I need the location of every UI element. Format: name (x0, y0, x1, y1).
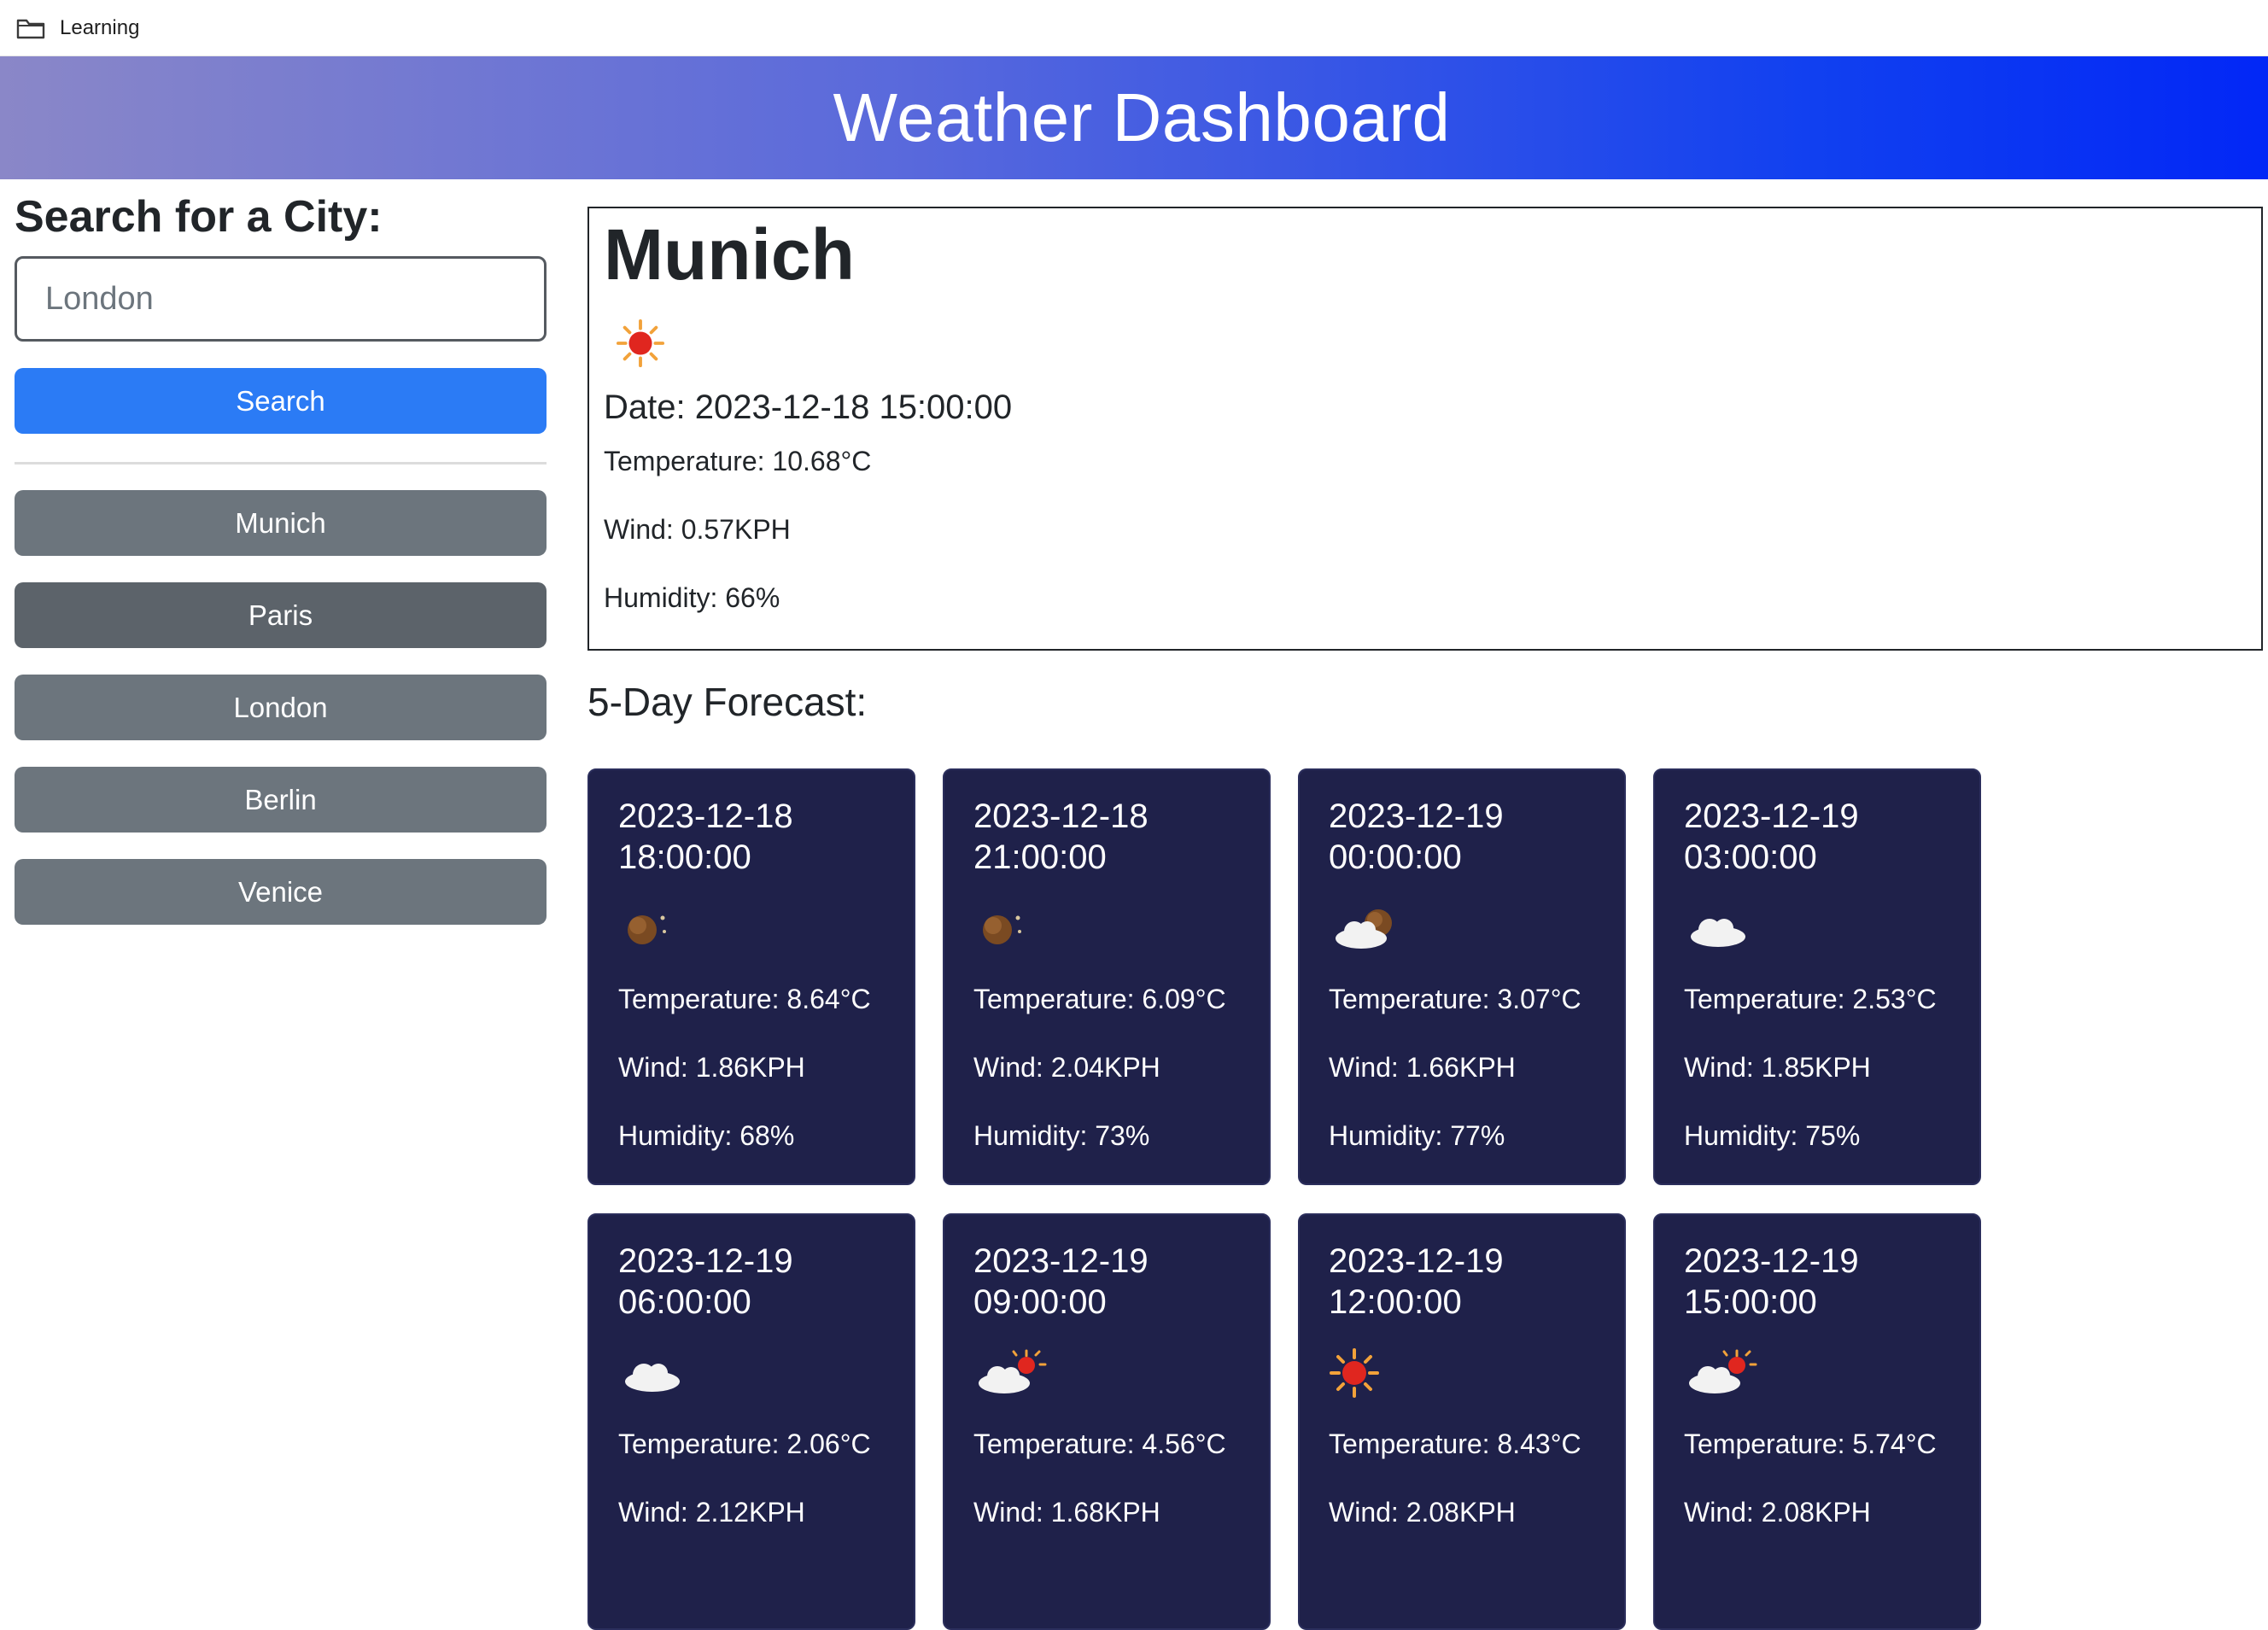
search-heading: Search for a City: (15, 192, 383, 242)
forecast-humidity: Humidity: 77% (1329, 1120, 1505, 1151)
forecast-humidity (1329, 1560, 1624, 1628)
forecast-date: 2023-12-19 09:00:00 (973, 1242, 1149, 1321)
forecast-temperature: Temperature: 6.09°C (973, 984, 1226, 1014)
forecast-temperature: Temperature: 8.64°C (618, 984, 871, 1014)
folder-icon (16, 19, 45, 38)
forecast-temperature: Temperature: 4.56°C (973, 1428, 1226, 1459)
cloud-sun-icon (979, 1349, 1047, 1393)
sun-icon (616, 318, 665, 368)
moon-icon (983, 915, 1021, 944)
forecast-humidity: Humidity: 73% (973, 1120, 1150, 1151)
forecast-date: 2023-12-18 21:00:00 (973, 797, 1149, 876)
history-button-munich[interactable]: Munich (15, 490, 547, 556)
forecast-card: 2023-12-19 06:00:00 Temperature: 2.06°C … (587, 1213, 915, 1630)
forecast-temperature: Temperature: 3.07°C (1329, 984, 1581, 1014)
divider (15, 462, 547, 464)
forecast-wind: Wind: 1.85KPH (1684, 1052, 1871, 1083)
forecast-grid: 2023-12-18 18:00:00 Temperature: 8.64°C … (587, 768, 1988, 1630)
cloud-sun-icon (1689, 1349, 1757, 1393)
history-button-london[interactable]: London (15, 675, 547, 740)
app-header: Weather Dashboard (0, 56, 2268, 179)
forecast-card: 2023-12-19 00:00:00 Temperature: 3.07°C … (1298, 768, 1626, 1185)
forecast-heading: 5-Day Forecast: (587, 680, 868, 724)
cloud-moon-icon (1336, 909, 1392, 949)
forecast-date: 2023-12-19 15:00:00 (1684, 1242, 1859, 1321)
forecast-date: 2023-12-19 03:00:00 (1684, 797, 1859, 876)
forecast-humidity: Humidity: 75% (1684, 1120, 1861, 1151)
sidebar: Search for a City: Search Munich Paris L… (15, 179, 547, 951)
city-search-input[interactable] (15, 256, 547, 342)
bookmarks-bar: Learning (0, 0, 2268, 56)
current-weather-panel: Munich Date: 2023-12-18 15:00:00 Tempera… (587, 207, 2263, 651)
forecast-date: 2023-12-19 00:00:00 (1329, 797, 1504, 876)
forecast-temperature: Temperature: 2.53°C (1684, 984, 1937, 1014)
forecast-wind: Wind: 1.66KPH (1329, 1052, 1516, 1083)
current-date: Date: 2023-12-18 15:00:00 (604, 389, 1013, 426)
forecast-date: 2023-12-19 06:00:00 (618, 1242, 793, 1321)
current-humidity: Humidity: 66% (604, 582, 780, 613)
forecast-humidity (618, 1560, 914, 1628)
forecast-wind: Wind: 2.08KPH (1329, 1497, 1516, 1528)
forecast-temperature: Temperature: 8.43°C (1329, 1428, 1581, 1459)
cloud-icon (625, 1364, 680, 1392)
forecast-card: 2023-12-19 09:00:00 Temperature: 4.56°C … (943, 1213, 1271, 1630)
moon-icon (628, 915, 666, 944)
search-history: Munich Paris London Berlin Venice (15, 490, 547, 925)
current-temperature: Temperature: 10.68°C (604, 446, 872, 476)
forecast-humidity: Humidity: 68% (618, 1120, 795, 1151)
forecast-humidity (973, 1560, 1269, 1628)
search-button[interactable]: Search (15, 368, 547, 434)
forecast-card: 2023-12-19 12:00:00 Temperature: 8.43°C … (1298, 1213, 1626, 1630)
history-button-berlin[interactable]: Berlin (15, 767, 547, 833)
forecast-date: 2023-12-19 12:00:00 (1329, 1242, 1504, 1321)
forecast-card: 2023-12-18 18:00:00 Temperature: 8.64°C … (587, 768, 915, 1185)
current-wind: Wind: 0.57KPH (604, 514, 791, 545)
forecast-card: 2023-12-18 21:00:00 Temperature: 6.09°C … (943, 768, 1271, 1185)
forecast-wind: Wind: 2.12KPH (618, 1497, 805, 1528)
forecast-date: 2023-12-18 18:00:00 (618, 797, 793, 876)
forecast-wind: Wind: 1.68KPH (973, 1497, 1160, 1528)
page-title: Weather Dashboard (833, 79, 1451, 155)
forecast-card: 2023-12-19 15:00:00 Temperature: 5.74°C … (1653, 1213, 1981, 1630)
forecast-temperature: Temperature: 5.74°C (1684, 1428, 1937, 1459)
forecast-wind: Wind: 2.04KPH (973, 1052, 1160, 1083)
sun-icon (1330, 1348, 1379, 1398)
forecast-temperature: Temperature: 2.06°C (618, 1428, 871, 1459)
forecast-wind: Wind: 1.86KPH (618, 1052, 805, 1083)
cloud-icon (1691, 919, 1745, 947)
bookmark-learning[interactable]: Learning (60, 16, 139, 40)
forecast-card: 2023-12-19 03:00:00 Temperature: 2.53°C … (1653, 768, 1981, 1185)
forecast-humidity (1684, 1560, 1979, 1628)
history-button-venice[interactable]: Venice (15, 859, 547, 925)
forecast-wind: Wind: 2.08KPH (1684, 1497, 1871, 1528)
history-button-paris[interactable]: Paris (15, 582, 547, 648)
current-city-name: Munich (604, 214, 855, 295)
